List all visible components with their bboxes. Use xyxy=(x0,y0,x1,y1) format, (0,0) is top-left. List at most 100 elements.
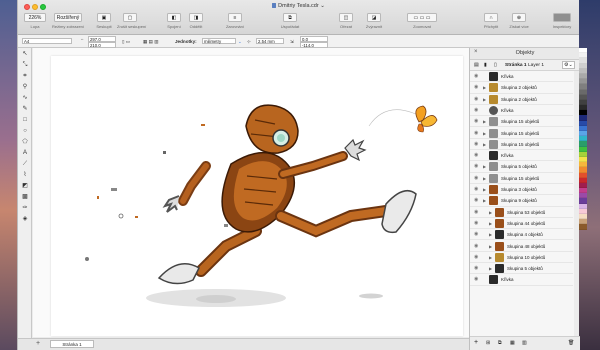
object-row[interactable]: ◉ ▶ Skupina 15 objektů xyxy=(470,116,573,128)
visibility-eye-icon[interactable]: ◉ xyxy=(474,152,478,158)
ellipse-tool-icon[interactable]: ○ xyxy=(21,128,29,135)
visibility-eye-icon[interactable]: ◉ xyxy=(474,254,478,260)
visibility-eye-icon[interactable]: ◉ xyxy=(474,96,478,102)
freehand-tool-icon[interactable]: ∿ xyxy=(21,95,29,102)
rectangle-tool-icon[interactable]: □ xyxy=(21,117,29,124)
object-row[interactable]: ◉ ▶ Skupina 15 objektů xyxy=(470,139,573,151)
object-row[interactable]: ◉ ▶ Skupina 10 objektů xyxy=(470,252,573,264)
expand-arrow-icon[interactable]: ▶ xyxy=(489,255,492,260)
zoom-select[interactable]: 226% xyxy=(24,13,46,22)
visibility-eye-icon[interactable]: ◉ xyxy=(474,107,478,113)
expand-arrow-icon[interactable]: ▶ xyxy=(483,119,486,124)
transparency-tool-icon[interactable]: ▩ xyxy=(21,194,29,201)
expand-arrow-icon[interactable]: ▶ xyxy=(483,85,486,90)
object-row[interactable]: ◉ ▶ Skupina 2 objektů xyxy=(470,82,573,94)
page-width-field[interactable]: 297.0 xyxy=(88,36,116,42)
layer-properties-icon[interactable]: ▦ xyxy=(510,340,515,346)
eyedropper-tool-icon[interactable]: ✑ xyxy=(21,205,29,212)
object-row[interactable]: ◉ ▶ Skupina 2 objektů xyxy=(470,94,573,105)
object-row[interactable]: ◉ Křivka xyxy=(470,274,573,286)
highlight-button[interactable]: ◪ Zvýraznit xyxy=(361,13,387,34)
object-row[interactable]: ◉ ▶ Skupina 53 objektů xyxy=(470,207,573,218)
visibility-eye-icon[interactable]: ◉ xyxy=(474,276,478,282)
expand-arrow-icon[interactable]: ▶ xyxy=(489,210,492,215)
trim-button[interactable]: ◫ Ořezat xyxy=(336,13,356,34)
page-icon[interactable]: ▯ xyxy=(494,62,497,68)
robot-illustration[interactable] xyxy=(51,56,463,336)
layers-icon[interactable]: ▤ xyxy=(474,62,479,68)
snap-button[interactable]: ∩ Přichytit xyxy=(480,13,502,34)
panel-options-icon[interactable]: ⚙⌄ xyxy=(562,61,575,69)
fill-tool-icon[interactable]: ◈ xyxy=(21,216,29,223)
expand-arrow-icon[interactable]: ▶ xyxy=(483,176,486,181)
visibility-eye-icon[interactable]: ◉ xyxy=(474,265,478,271)
combine-button[interactable]: ◧ Spojení xyxy=(164,13,184,34)
artistic-media-icon[interactable]: ✎ xyxy=(21,106,29,113)
visibility-eye-icon[interactable]: ◉ xyxy=(474,130,478,136)
drawing-canvas[interactable] xyxy=(33,48,469,337)
drop-shadow-tool-icon[interactable]: ◩ xyxy=(21,183,29,190)
crop-tool-icon[interactable]: ⌗ xyxy=(21,73,29,80)
lock-icon[interactable]: ▮ xyxy=(484,62,487,68)
connector-tool-icon[interactable]: ⌇ xyxy=(21,172,29,179)
expand-arrow-icon[interactable]: ▶ xyxy=(489,244,492,249)
page-option-icons[interactable]: ▦ ▤ ▥ xyxy=(143,37,159,47)
visibility-eye-icon[interactable]: ◉ xyxy=(474,197,478,203)
visibility-eye-icon[interactable]: ◉ xyxy=(474,141,478,147)
inspectors-button[interactable]: Inspektory xyxy=(548,13,576,34)
expand-arrow-icon[interactable]: ▶ xyxy=(483,164,486,169)
align-button[interactable]: ≡ Zarovnání xyxy=(224,13,246,34)
drawing-page[interactable] xyxy=(51,56,463,336)
object-row[interactable]: ◉ ▶ Skupina 5 objektů xyxy=(470,161,573,173)
shape-tool-icon[interactable]: ⤡ xyxy=(21,62,29,69)
expand-arrow-icon[interactable]: ▶ xyxy=(489,232,492,237)
visibility-eye-icon[interactable]: ◉ xyxy=(474,163,478,169)
title-menu-chevron-icon[interactable]: ⌄ xyxy=(319,3,325,9)
expand-arrow-icon[interactable]: ▶ xyxy=(483,142,486,147)
object-row[interactable]: ◉ ▶ Skupina 44 objektů xyxy=(470,218,573,230)
visibility-eye-icon[interactable]: ◉ xyxy=(474,231,478,237)
zoom-tool-icon[interactable]: ⚲ xyxy=(21,84,29,91)
pick-tool-icon[interactable]: ↖ xyxy=(21,51,29,58)
duplicate-x-field[interactable]: 0.0 xyxy=(300,36,328,42)
visibility-eye-icon[interactable]: ◉ xyxy=(474,118,478,124)
visibility-eye-icon[interactable]: ◉ xyxy=(474,84,478,90)
object-row[interactable]: ◉ ▶ Skupina 3 objektů xyxy=(470,184,573,196)
expand-arrow-icon[interactable]: ▶ xyxy=(489,266,492,271)
units-chevron-icon[interactable]: ⌄ xyxy=(238,37,242,47)
expand-arrow-icon[interactable]: ▶ xyxy=(489,221,492,226)
break-apart-button[interactable]: ◨ Oddělit xyxy=(186,13,206,34)
get-more-button[interactable]: ⊕ Získat více xyxy=(505,13,533,34)
orientation-icons[interactable]: ▯ ▭ xyxy=(122,37,130,47)
expand-arrow-icon[interactable]: ▶ xyxy=(483,97,486,102)
dimension-tool-icon[interactable]: ⟋ xyxy=(21,161,29,168)
visibility-eye-icon[interactable]: ◉ xyxy=(474,186,478,192)
expand-arrow-icon[interactable]: ▶ xyxy=(483,198,486,203)
duplicate-layer-icon[interactable]: ⧉ xyxy=(498,340,502,346)
new-layer-icon[interactable]: + xyxy=(474,339,478,346)
visibility-eye-icon[interactable]: ◉ xyxy=(474,175,478,181)
delete-icon[interactable]: 🗑 xyxy=(568,340,574,346)
group-button[interactable]: ▣ Seskupit xyxy=(93,13,115,34)
object-row[interactable]: ◉ Křivka xyxy=(470,150,573,162)
zoom-tools-group[interactable]: ▭ ▭ ▭ Zoomovat xyxy=(406,13,438,34)
page-height-field[interactable]: 210.0 xyxy=(88,42,116,48)
expand-arrow-icon[interactable]: ▶ xyxy=(483,187,486,192)
view-mode-select[interactable]: Rozšířený xyxy=(54,13,82,22)
order-button[interactable]: ⧉ Uspořádat xyxy=(278,13,302,34)
color-swatch[interactable] xyxy=(579,224,587,230)
object-row[interactable]: ◉ Křivka xyxy=(470,71,573,83)
duplicate-y-field[interactable]: -114.0 xyxy=(300,42,328,48)
visibility-eye-icon[interactable]: ◉ xyxy=(474,73,478,79)
object-row[interactable]: ◉ ▶ Skupina 4 objektů xyxy=(470,229,573,241)
object-row[interactable]: ◉ ▶ Skupina 15 objektů xyxy=(470,128,573,139)
nudge-field[interactable]: 2.54 mm xyxy=(256,38,284,44)
move-down-icon[interactable]: ▥ xyxy=(522,340,527,346)
polygon-tool-icon[interactable]: ⬠ xyxy=(21,139,29,146)
move-up-icon[interactable]: ⊞ xyxy=(486,340,490,346)
object-row[interactable]: ◉ ▶ Skupina 15 objektů xyxy=(470,173,573,184)
expand-arrow-icon[interactable]: ▶ xyxy=(483,131,486,136)
units-select[interactable]: milimetry xyxy=(202,38,236,44)
visibility-eye-icon[interactable]: ◉ xyxy=(474,220,478,226)
visibility-eye-icon[interactable]: ◉ xyxy=(474,209,478,215)
